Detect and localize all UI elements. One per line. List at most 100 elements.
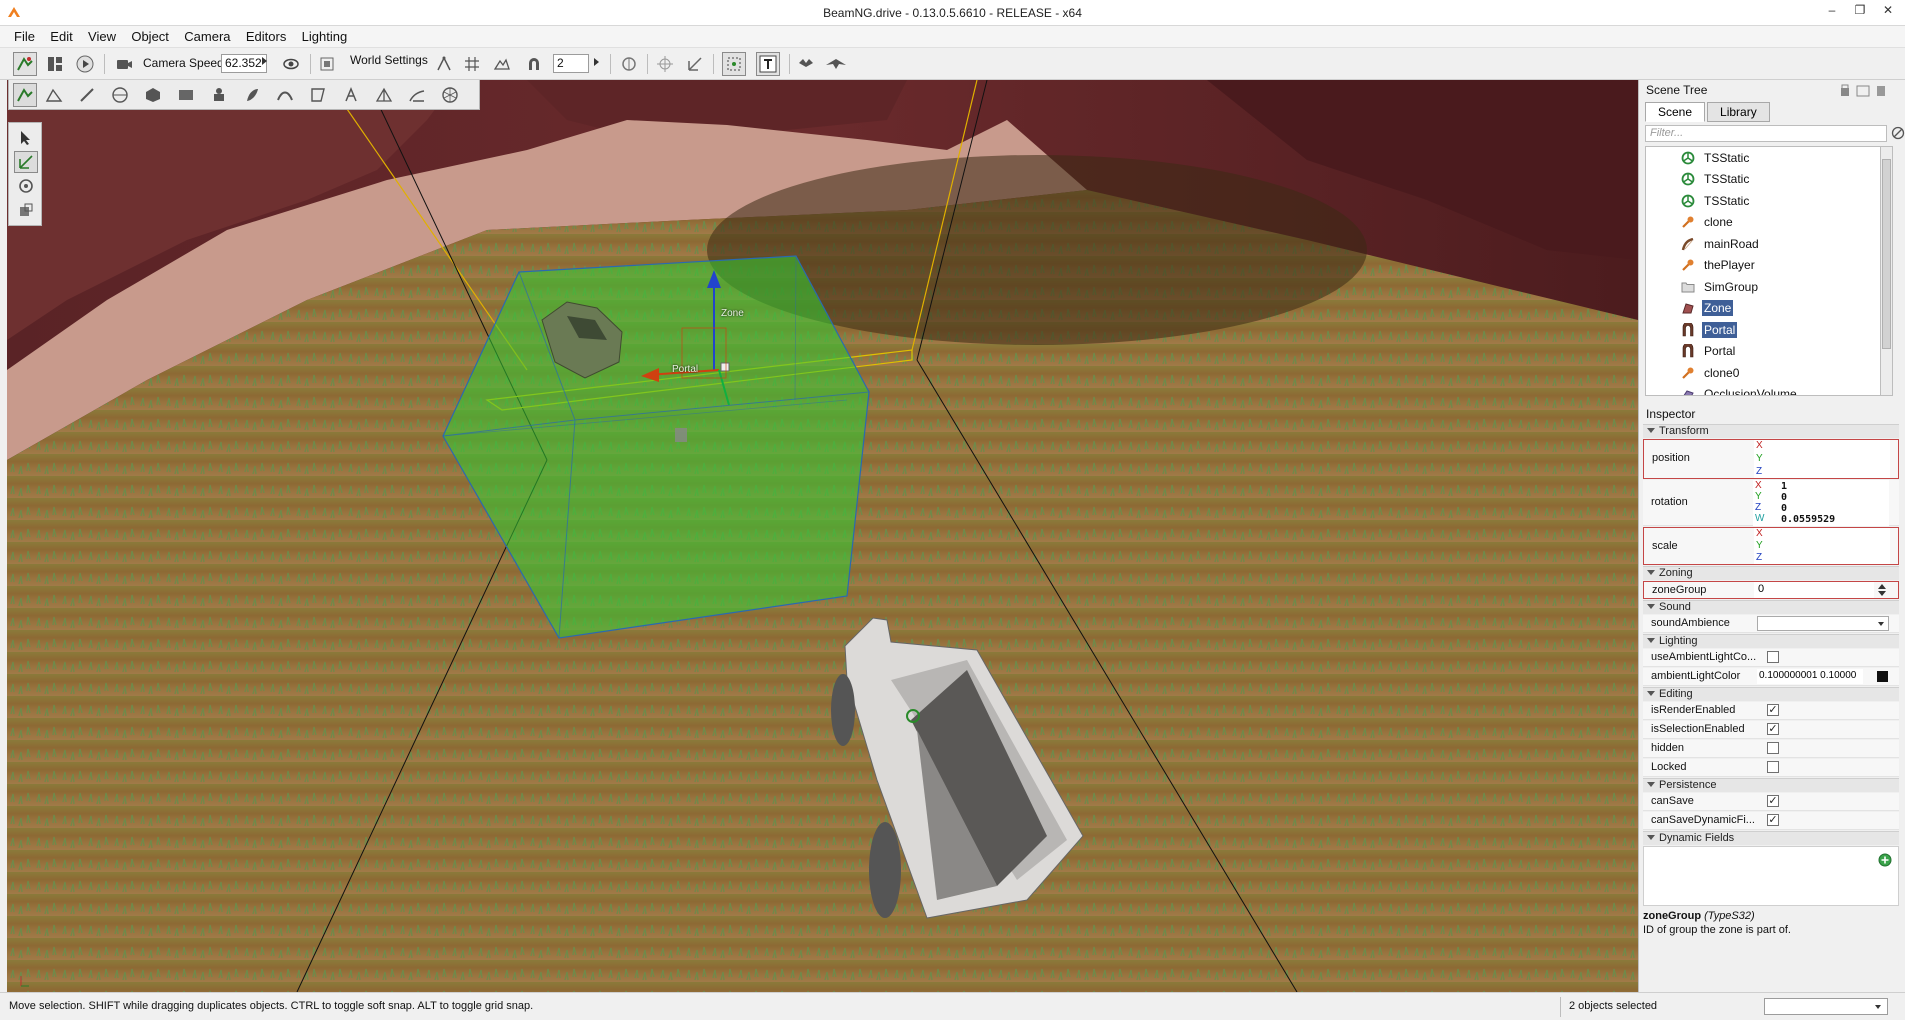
menu-camera[interactable]: Camera bbox=[178, 26, 236, 48]
dynamic-fields-area bbox=[1643, 846, 1899, 906]
camera-icon[interactable] bbox=[112, 52, 136, 76]
isrender-checkbox[interactable]: ✓ bbox=[1767, 704, 1779, 716]
scale-tool-icon[interactable] bbox=[14, 199, 38, 221]
tree-item-tsstatic[interactable]: TSStatic bbox=[1680, 169, 1751, 190]
tree-item-mainroad[interactable]: mainRoad bbox=[1680, 233, 1761, 254]
rotation-w[interactable]: 0.0559529 bbox=[1781, 514, 1835, 525]
soundambience-dropdown-icon bbox=[1878, 622, 1884, 626]
object-center-icon[interactable] bbox=[653, 52, 677, 76]
menu-file[interactable]: File bbox=[8, 26, 41, 48]
tree-item-tsstatic[interactable]: TSStatic bbox=[1680, 147, 1751, 168]
fly-camera-icon[interactable] bbox=[824, 52, 848, 76]
menu-editors[interactable]: Editors bbox=[240, 26, 292, 48]
terrain-snap-icon[interactable] bbox=[490, 52, 514, 76]
tab-scene[interactable]: Scene bbox=[1645, 102, 1706, 122]
3d-viewport[interactable]: Zone Portal bbox=[7, 80, 1638, 992]
tree-item-theplayer[interactable]: thePlayer bbox=[1680, 255, 1757, 276]
rotation-x[interactable]: 1 bbox=[1781, 481, 1787, 492]
ambientcolor-swatch[interactable] bbox=[1877, 671, 1888, 682]
rotation-w-axis: W bbox=[1755, 513, 1765, 524]
magnet-icon[interactable] bbox=[522, 52, 546, 76]
decal-editor-icon[interactable] bbox=[207, 83, 231, 107]
tab-library[interactable]: Library bbox=[1707, 102, 1770, 122]
grid-snap-icon[interactable] bbox=[460, 52, 484, 76]
terrain-editor-icon[interactable] bbox=[42, 83, 66, 107]
ambientcolor-input[interactable]: 0.100000001 0.10000 bbox=[1757, 669, 1863, 684]
camera-speed-arrow-icon[interactable] bbox=[262, 57, 267, 65]
tree-item-tsstatic[interactable]: TSStatic bbox=[1680, 190, 1751, 211]
locked-checkbox[interactable] bbox=[1767, 761, 1779, 773]
bird-view-icon[interactable] bbox=[794, 52, 818, 76]
screenshot-icon[interactable] bbox=[315, 52, 339, 76]
section-transform[interactable]: Transform bbox=[1643, 424, 1899, 438]
drop-at-icon[interactable] bbox=[617, 52, 641, 76]
rotate-tool-icon[interactable] bbox=[14, 175, 38, 197]
navmesh-editor-icon[interactable] bbox=[372, 83, 396, 107]
zonegroup-spinner-icon[interactable] bbox=[1876, 583, 1888, 597]
select-box-icon[interactable] bbox=[722, 52, 746, 76]
river-editor-icon[interactable] bbox=[306, 83, 330, 107]
tree-item-portal[interactable]: Portal bbox=[1680, 341, 1737, 362]
world-transform-icon[interactable] bbox=[683, 52, 707, 76]
tree-item-clone[interactable]: clone bbox=[1680, 212, 1735, 233]
scale-field[interactable]: X Y Z bbox=[1754, 528, 1890, 564]
maximize-button[interactable]: ❐ bbox=[1846, 0, 1874, 20]
section-persistence[interactable]: Persistence bbox=[1643, 778, 1899, 792]
mesh-road-editor-icon[interactable] bbox=[273, 83, 297, 107]
scene-filter-input[interactable]: Filter... bbox=[1645, 125, 1887, 142]
section-lighting[interactable]: Lighting bbox=[1643, 634, 1899, 648]
tree-item-occlusionvolume[interactable]: OcclusionVolume bbox=[1680, 384, 1799, 395]
text-label-icon[interactable] bbox=[756, 52, 780, 76]
cansave-checkbox[interactable]: ✓ bbox=[1767, 795, 1779, 807]
tree-item-clone0[interactable]: clone0 bbox=[1680, 362, 1741, 383]
menu-object[interactable]: Object bbox=[125, 26, 175, 48]
status-dropdown[interactable] bbox=[1764, 998, 1888, 1015]
rotation-field[interactable]: X 1 Y 0 Z 0 W 0.0559529 bbox=[1753, 480, 1889, 526]
close-button[interactable]: ✕ bbox=[1874, 0, 1902, 20]
section-dynamic-fields[interactable]: Dynamic Fields bbox=[1643, 831, 1899, 845]
minimize-button[interactable]: – bbox=[1818, 0, 1846, 20]
section-zoning[interactable]: Zoning bbox=[1643, 566, 1899, 580]
menu-lighting[interactable]: Lighting bbox=[296, 26, 354, 48]
tree-item-simgroup[interactable]: SimGroup bbox=[1680, 276, 1760, 297]
add-dynamic-field-icon[interactable] bbox=[1878, 853, 1892, 867]
particle-editor-icon[interactable] bbox=[405, 83, 429, 107]
datablock-editor-icon[interactable] bbox=[174, 83, 198, 107]
hidden-checkbox[interactable] bbox=[1767, 742, 1779, 754]
material-editor-icon[interactable] bbox=[108, 83, 132, 107]
useambient-checkbox[interactable] bbox=[1767, 651, 1779, 663]
section-sound[interactable]: Sound bbox=[1643, 600, 1899, 614]
position-field[interactable]: X Y Z bbox=[1754, 440, 1890, 478]
soundambience-select[interactable] bbox=[1757, 616, 1889, 631]
sketch-editor-icon[interactable] bbox=[141, 83, 165, 107]
select-arrow-icon[interactable] bbox=[14, 127, 38, 149]
world-settings-label[interactable]: World Settings bbox=[350, 53, 428, 67]
visibility-eye-icon[interactable] bbox=[279, 52, 303, 76]
camera-speed-input[interactable]: 62.352 bbox=[221, 54, 267, 73]
move-tool-icon[interactable] bbox=[14, 151, 38, 173]
scene-tree-scrollbar[interactable] bbox=[1881, 146, 1893, 396]
play-game-icon[interactable] bbox=[73, 52, 97, 76]
snap-value-input[interactable]: 2 bbox=[553, 54, 589, 73]
road-editor-icon[interactable] bbox=[339, 83, 363, 107]
rotation-y[interactable]: 0 bbox=[1781, 492, 1787, 503]
terrain-painter-icon[interactable] bbox=[75, 83, 99, 107]
forest-editor-icon[interactable] bbox=[240, 83, 264, 107]
cansavedynamic-checkbox[interactable]: ✓ bbox=[1767, 814, 1779, 826]
tree-item-portal[interactable]: Portal bbox=[1680, 319, 1738, 340]
right-panel: Scene Tree Scene Library Filter... TSStat… bbox=[1638, 80, 1905, 992]
gui-editor-icon[interactable] bbox=[43, 52, 67, 76]
snap-arrow-icon[interactable] bbox=[594, 58, 599, 66]
section-editing[interactable]: Editing bbox=[1643, 687, 1899, 701]
shape-editor-icon[interactable] bbox=[438, 83, 462, 107]
clear-filter-icon[interactable] bbox=[1891, 126, 1905, 140]
menu-edit[interactable]: Edit bbox=[44, 26, 78, 48]
world-editor-icon[interactable] bbox=[13, 52, 37, 76]
tree-item-zone[interactable]: Zone bbox=[1680, 298, 1734, 319]
zonegroup-input[interactable]: 0 bbox=[1754, 582, 1874, 598]
object-editor-icon[interactable] bbox=[13, 83, 37, 107]
snap-to-object-icon[interactable] bbox=[432, 52, 456, 76]
menu-view[interactable]: View bbox=[82, 26, 122, 48]
rotation-z[interactable]: 0 bbox=[1781, 503, 1787, 514]
isselection-checkbox[interactable]: ✓ bbox=[1767, 723, 1779, 735]
